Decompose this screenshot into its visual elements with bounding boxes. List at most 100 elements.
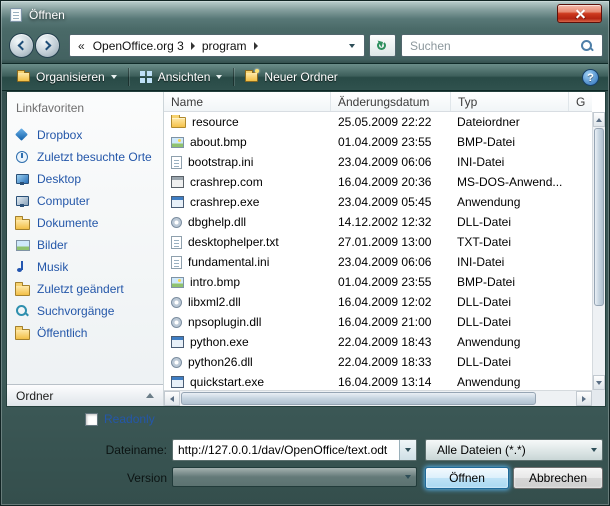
scrollbar-corner <box>592 390 605 406</box>
sidebar-item-recent-places[interactable]: Zuletzt besuchte Orte <box>7 146 163 168</box>
file-row[interactable]: libxml2.dll 16.04.2009 12:02 DLL-Datei <box>164 292 592 312</box>
file-row[interactable]: crashrep.exe 23.04.2009 05:45 Anwendung <box>164 192 592 212</box>
breadcrumb-item[interactable]: OpenOffice.org 3 <box>88 39 189 53</box>
column-header-name[interactable]: Name <box>164 92 331 111</box>
filename-input[interactable]: http://127.0.0.1/dav/OpenOffice/text.odt <box>172 439 417 461</box>
file-row[interactable]: fundamental.ini 23.04.2009 06:06 INI-Dat… <box>164 252 592 272</box>
file-type: BMP-Datei <box>451 275 569 289</box>
views-icon <box>140 71 152 83</box>
file-row[interactable]: resource 25.05.2009 22:22 Dateiordner <box>164 112 592 132</box>
file-icon <box>171 196 184 208</box>
refresh-button[interactable] <box>369 34 396 57</box>
new-folder-button[interactable]: Neuer Ordner <box>236 66 346 88</box>
file-row[interactable]: desktophelper.txt 27.01.2009 13:00 TXT-D… <box>164 232 592 252</box>
sidebar-item-searches[interactable]: Suchvorgänge <box>7 300 163 322</box>
breadcrumb-separator-icon[interactable] <box>254 42 258 50</box>
sidebar-item-recently-changed[interactable]: Zuletzt geändert <box>7 278 163 300</box>
sidebar-item-documents[interactable]: Dokumente <box>7 212 163 234</box>
horizontal-scroll-thumb[interactable] <box>181 392 536 405</box>
public-icon <box>14 325 30 341</box>
column-header-date[interactable]: Änderungsdatum <box>331 92 451 111</box>
forward-button[interactable] <box>35 33 60 58</box>
breadcrumb-item[interactable]: program <box>197 39 252 53</box>
file-name: npsoplugin.dll <box>188 315 261 329</box>
file-row[interactable]: npsoplugin.dll 16.04.2009 21:00 DLL-Date… <box>164 312 592 332</box>
file-type: DLL-Datei <box>451 355 569 369</box>
sidebar-item-computer[interactable]: Computer <box>7 190 163 212</box>
file-row[interactable]: bootstrap.ini 23.04.2009 06:06 INI-Datei <box>164 152 592 172</box>
file-name: python26.dll <box>188 355 253 369</box>
file-row[interactable]: quickstart.exe 16.04.2009 13:14 Anwendun… <box>164 372 592 390</box>
organize-button[interactable]: Organisieren <box>8 66 126 88</box>
file-date: 27.01.2009 13:00 <box>331 235 451 249</box>
column-header-type[interactable]: Typ <box>451 92 569 111</box>
breadcrumb-separator-icon[interactable] <box>191 42 195 50</box>
vertical-scrollbar[interactable] <box>592 112 605 390</box>
window-title: Öffnen <box>29 8 65 22</box>
sidebar-item-label: Suchvorgänge <box>37 304 114 318</box>
breadcrumb-overflow-chevron[interactable]: « <box>75 39 88 53</box>
sidebar-item-music[interactable]: Musik <box>7 256 163 278</box>
file-row[interactable]: intro.bmp 01.04.2009 23:55 BMP-Datei <box>164 272 592 292</box>
chevron-down-icon <box>591 448 597 452</box>
views-button[interactable]: Ansichten <box>131 66 232 88</box>
arrow-right-icon <box>582 396 586 402</box>
sidebar-item-public[interactable]: Öffentlich <box>7 322 163 344</box>
file-date: 23.04.2009 05:45 <box>331 195 451 209</box>
file-date: 14.12.2002 12:32 <box>331 215 451 229</box>
readonly-option: Readonly <box>85 412 155 426</box>
readonly-label[interactable]: Readonly <box>104 412 155 426</box>
sidebar-item-desktop[interactable]: Desktop <box>7 168 163 190</box>
filetype-select[interactable]: Alle Dateien (*.*) <box>425 439 603 461</box>
file-name: crashrep.exe <box>190 195 259 209</box>
filename-dropdown-button[interactable] <box>399 440 416 460</box>
scroll-down-button[interactable] <box>593 375 605 390</box>
readonly-checkbox[interactable] <box>85 413 98 426</box>
file-date: 22.04.2009 18:43 <box>331 335 451 349</box>
dropbox-icon <box>14 127 30 143</box>
file-name: python.exe <box>190 335 249 349</box>
file-row[interactable]: python26.dll 22.04.2009 18:33 DLL-Datei <box>164 352 592 372</box>
scroll-right-button[interactable] <box>576 391 592 406</box>
vertical-scroll-thumb[interactable] <box>594 128 604 306</box>
scroll-left-button[interactable] <box>164 391 180 406</box>
search-icon[interactable] <box>580 39 594 53</box>
back-button[interactable] <box>9 33 34 58</box>
help-button[interactable]: ? <box>582 69 599 86</box>
horizontal-scrollbar[interactable] <box>164 390 592 406</box>
scroll-up-button[interactable] <box>593 112 605 127</box>
search-box[interactable]: Suchen <box>401 34 603 57</box>
file-row[interactable]: python.exe 22.04.2009 18:43 Anwendung <box>164 332 592 352</box>
new-folder-icon <box>245 72 258 82</box>
file-icon <box>171 236 182 249</box>
dialog-icon <box>10 8 22 22</box>
filetype-dropdown-button[interactable] <box>585 440 602 460</box>
open-button[interactable]: Öffnen <box>425 467 509 489</box>
cancel-button[interactable]: Abbrechen <box>513 467 603 489</box>
chevron-down-icon <box>405 475 411 479</box>
address-dropdown-button[interactable] <box>345 44 359 48</box>
list-header: Name Änderungsdatum Typ G <box>164 92 592 112</box>
file-row[interactable]: crashrep.com 16.04.2009 20:36 MS-DOS-Anw… <box>164 172 592 192</box>
file-row[interactable]: about.bmp 01.04.2009 23:55 BMP-Datei <box>164 132 592 152</box>
file-icon <box>171 376 184 388</box>
folders-band[interactable]: Ordner <box>7 384 163 406</box>
file-icon <box>171 156 182 169</box>
version-select[interactable] <box>172 467 417 487</box>
file-name: dbghelp.dll <box>188 215 246 229</box>
file-row[interactable]: dbghelp.dll 14.12.2002 12:32 DLL-Datei <box>164 212 592 232</box>
file-date: 23.04.2009 06:06 <box>331 155 451 169</box>
arrow-left-icon <box>170 396 174 402</box>
titlebar[interactable]: Öffnen <box>1 1 609 29</box>
file-name: intro.bmp <box>190 275 240 289</box>
version-dropdown-button[interactable] <box>399 468 416 486</box>
sidebar-item-label: Computer <box>37 194 90 208</box>
breadcrumb[interactable]: « OpenOffice.org 3 program <box>69 34 365 57</box>
filename-value[interactable]: http://127.0.0.1/dav/OpenOffice/text.odt <box>173 443 399 457</box>
close-button[interactable] <box>557 4 602 23</box>
sidebar-item-dropbox[interactable]: Dropbox <box>7 124 163 146</box>
column-header-size[interactable]: G <box>569 92 592 111</box>
search-placeholder: Suchen <box>410 39 580 53</box>
file-date: 23.04.2009 06:06 <box>331 255 451 269</box>
sidebar-item-pictures[interactable]: Bilder <box>7 234 163 256</box>
